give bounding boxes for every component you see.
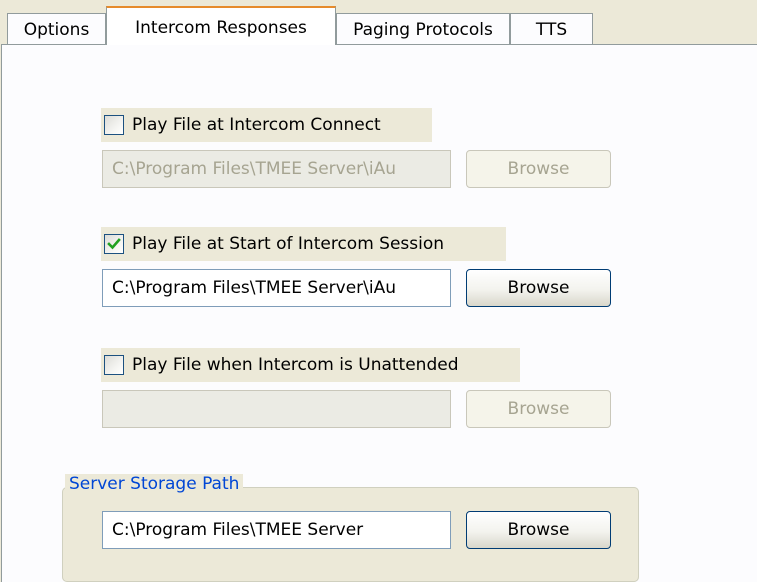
- server-storage-path-field[interactable]: C:\Program Files\TMEE Server: [102, 511, 451, 549]
- tab-options-label: Options: [23, 20, 90, 40]
- tab-paging-protocols[interactable]: Paging Protocols: [336, 13, 510, 44]
- session-start-browse-button[interactable]: Browse: [466, 269, 611, 307]
- tab-tts-label: TTS: [535, 20, 568, 40]
- play-file-connect-checkbox[interactable]: [104, 115, 124, 135]
- play-file-unattended-option[interactable]: Play File when Intercom is Unattended: [101, 348, 520, 382]
- unattended-file-path-field[interactable]: [102, 390, 451, 428]
- tab-strip: Options Intercom Responses Paging Protoc…: [0, 0, 757, 45]
- play-file-connect-label: Play File at Intercom Connect: [132, 115, 381, 135]
- server-storage-browse-button[interactable]: Browse: [466, 511, 611, 549]
- play-file-unattended-checkbox[interactable]: [104, 355, 124, 375]
- session-start-file-path-field[interactable]: C:\Program Files\TMEE Server\iAu: [102, 269, 451, 307]
- play-file-connect-option[interactable]: Play File at Intercom Connect: [101, 108, 432, 142]
- connect-file-path-field[interactable]: C:\Program Files\TMEE Server\iAu: [102, 150, 451, 188]
- checkmark-icon: [107, 238, 121, 250]
- server-storage-group-title: Server Storage Path: [65, 474, 244, 494]
- unattended-browse-button[interactable]: Browse: [466, 390, 611, 428]
- tab-options[interactable]: Options: [7, 13, 106, 44]
- tab-intercom-responses[interactable]: Intercom Responses: [106, 6, 336, 45]
- connect-browse-button[interactable]: Browse: [466, 150, 611, 188]
- play-file-session-start-option[interactable]: Play File at Start of Intercom Session: [101, 227, 506, 261]
- play-file-unattended-label: Play File when Intercom is Unattended: [132, 355, 459, 375]
- tab-paging-protocols-label: Paging Protocols: [353, 20, 493, 40]
- play-file-session-start-label: Play File at Start of Intercom Session: [132, 234, 445, 254]
- play-file-session-start-checkbox[interactable]: [104, 234, 124, 254]
- tab-tts[interactable]: TTS: [510, 13, 593, 44]
- tab-intercom-responses-label: Intercom Responses: [135, 17, 307, 38]
